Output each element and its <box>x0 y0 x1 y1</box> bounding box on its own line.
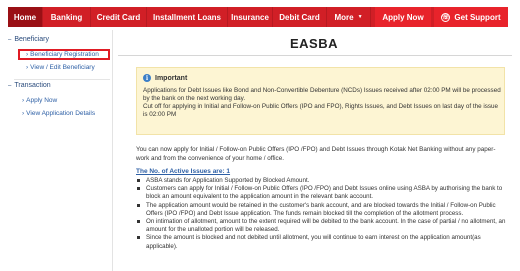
page-title: EASBA <box>290 36 339 51</box>
important-notice: i Important Applications for Debt Issues… <box>136 67 505 135</box>
list-item-text: On intimation of allotment, amount to th… <box>146 218 506 234</box>
sidebar: – Beneficiary › Beneficiary Registration … <box>8 30 113 271</box>
list-item: ASBA stands for Application Supported by… <box>136 177 508 185</box>
list-item-text: Customers can apply for Initial / Follow… <box>146 185 503 201</box>
bullet-icon <box>137 179 140 182</box>
intro-text: You can now apply for Initial / Follow-o… <box>136 146 496 162</box>
chevron-right-icon: › <box>22 97 25 104</box>
nav-debit-card[interactable]: Debit Card <box>273 7 327 27</box>
sidebar-heading-transaction: – Transaction <box>8 82 51 89</box>
list-item: The application amount would be retained… <box>136 202 508 218</box>
headset-icon: ☏ <box>441 12 451 22</box>
list-item: Customers can apply for Initial / Follow… <box>136 185 508 201</box>
notice-text: Applications for Debt Issues like Bond a… <box>143 87 501 119</box>
get-support-button[interactable]: ☏ Get Support <box>434 7 508 27</box>
nav-installment-loans[interactable]: Installment Loans <box>147 7 228 27</box>
sidebar-heading-label: Beneficiary <box>14 36 49 43</box>
nav-insurance[interactable]: Insurance <box>228 7 273 27</box>
chevron-down-icon: ▼ <box>357 14 363 20</box>
sidebar-item-apply-now[interactable]: › Apply Now <box>22 97 57 104</box>
apply-now-button[interactable]: Apply Now <box>375 7 431 27</box>
bullet-icon <box>137 187 140 191</box>
nav-credit-card[interactable]: Credit Card <box>91 7 147 27</box>
sidebar-heading-beneficiary: – Beneficiary <box>8 36 49 43</box>
list-item-text: The application amount would be retained… <box>146 201 496 217</box>
nav-banking[interactable]: Banking <box>43 7 91 27</box>
title-divider <box>118 55 512 56</box>
notice-line: Cut off for applying in Initial and Foll… <box>143 103 499 118</box>
get-support-label: Get Support <box>454 12 501 22</box>
list-item: Since the amount is blocked and not debi… <box>136 234 508 250</box>
notice-heading: i Important <box>143 74 187 82</box>
list-item-text: ASBA stands for Application Supported by… <box>146 177 310 184</box>
sidebar-heading-label: Transaction <box>14 82 51 89</box>
asba-info-list: ASBA stands for Application Supported by… <box>136 177 508 251</box>
list-item-text: Since the amount is blocked and not debi… <box>146 234 481 250</box>
top-navigation: Home Banking Credit Card Installment Loa… <box>8 7 508 27</box>
sidebar-item-label: View Application Details <box>26 110 96 117</box>
info-icon: i <box>143 74 151 82</box>
nav-more-label: More <box>334 12 354 22</box>
chevron-right-icon: › <box>26 64 29 71</box>
bullet-icon <box>137 203 140 207</box>
notice-line: Applications for Debt Issues like Bond a… <box>143 87 501 102</box>
minus-icon: – <box>8 36 12 43</box>
list-item: On intimation of allotment, amount to th… <box>136 218 508 234</box>
sidebar-item-view-edit-beneficiary[interactable]: › View / Edit Beneficiary <box>26 64 95 71</box>
minus-icon: – <box>8 82 12 89</box>
nav-more[interactable]: More ▼ <box>327 7 371 27</box>
notice-heading-label: Important <box>155 74 188 82</box>
bullet-icon <box>137 236 140 240</box>
sidebar-item-beneficiary-registration[interactable]: › Beneficiary Registration <box>26 51 99 58</box>
sidebar-divider <box>14 79 110 80</box>
sidebar-item-label: View / Edit Beneficiary <box>30 64 95 71</box>
bullet-icon <box>137 220 140 224</box>
chevron-right-icon: › <box>22 110 25 117</box>
sidebar-item-label: Beneficiary Registration <box>30 51 99 58</box>
sidebar-item-view-application-details[interactable]: › View Application Details <box>22 110 95 117</box>
sidebar-item-label: Apply Now <box>26 97 58 104</box>
chevron-right-icon: › <box>26 51 29 58</box>
nav-home[interactable]: Home <box>8 7 43 27</box>
active-issues-label: The No. of Active Issues are: 1 <box>136 168 231 175</box>
